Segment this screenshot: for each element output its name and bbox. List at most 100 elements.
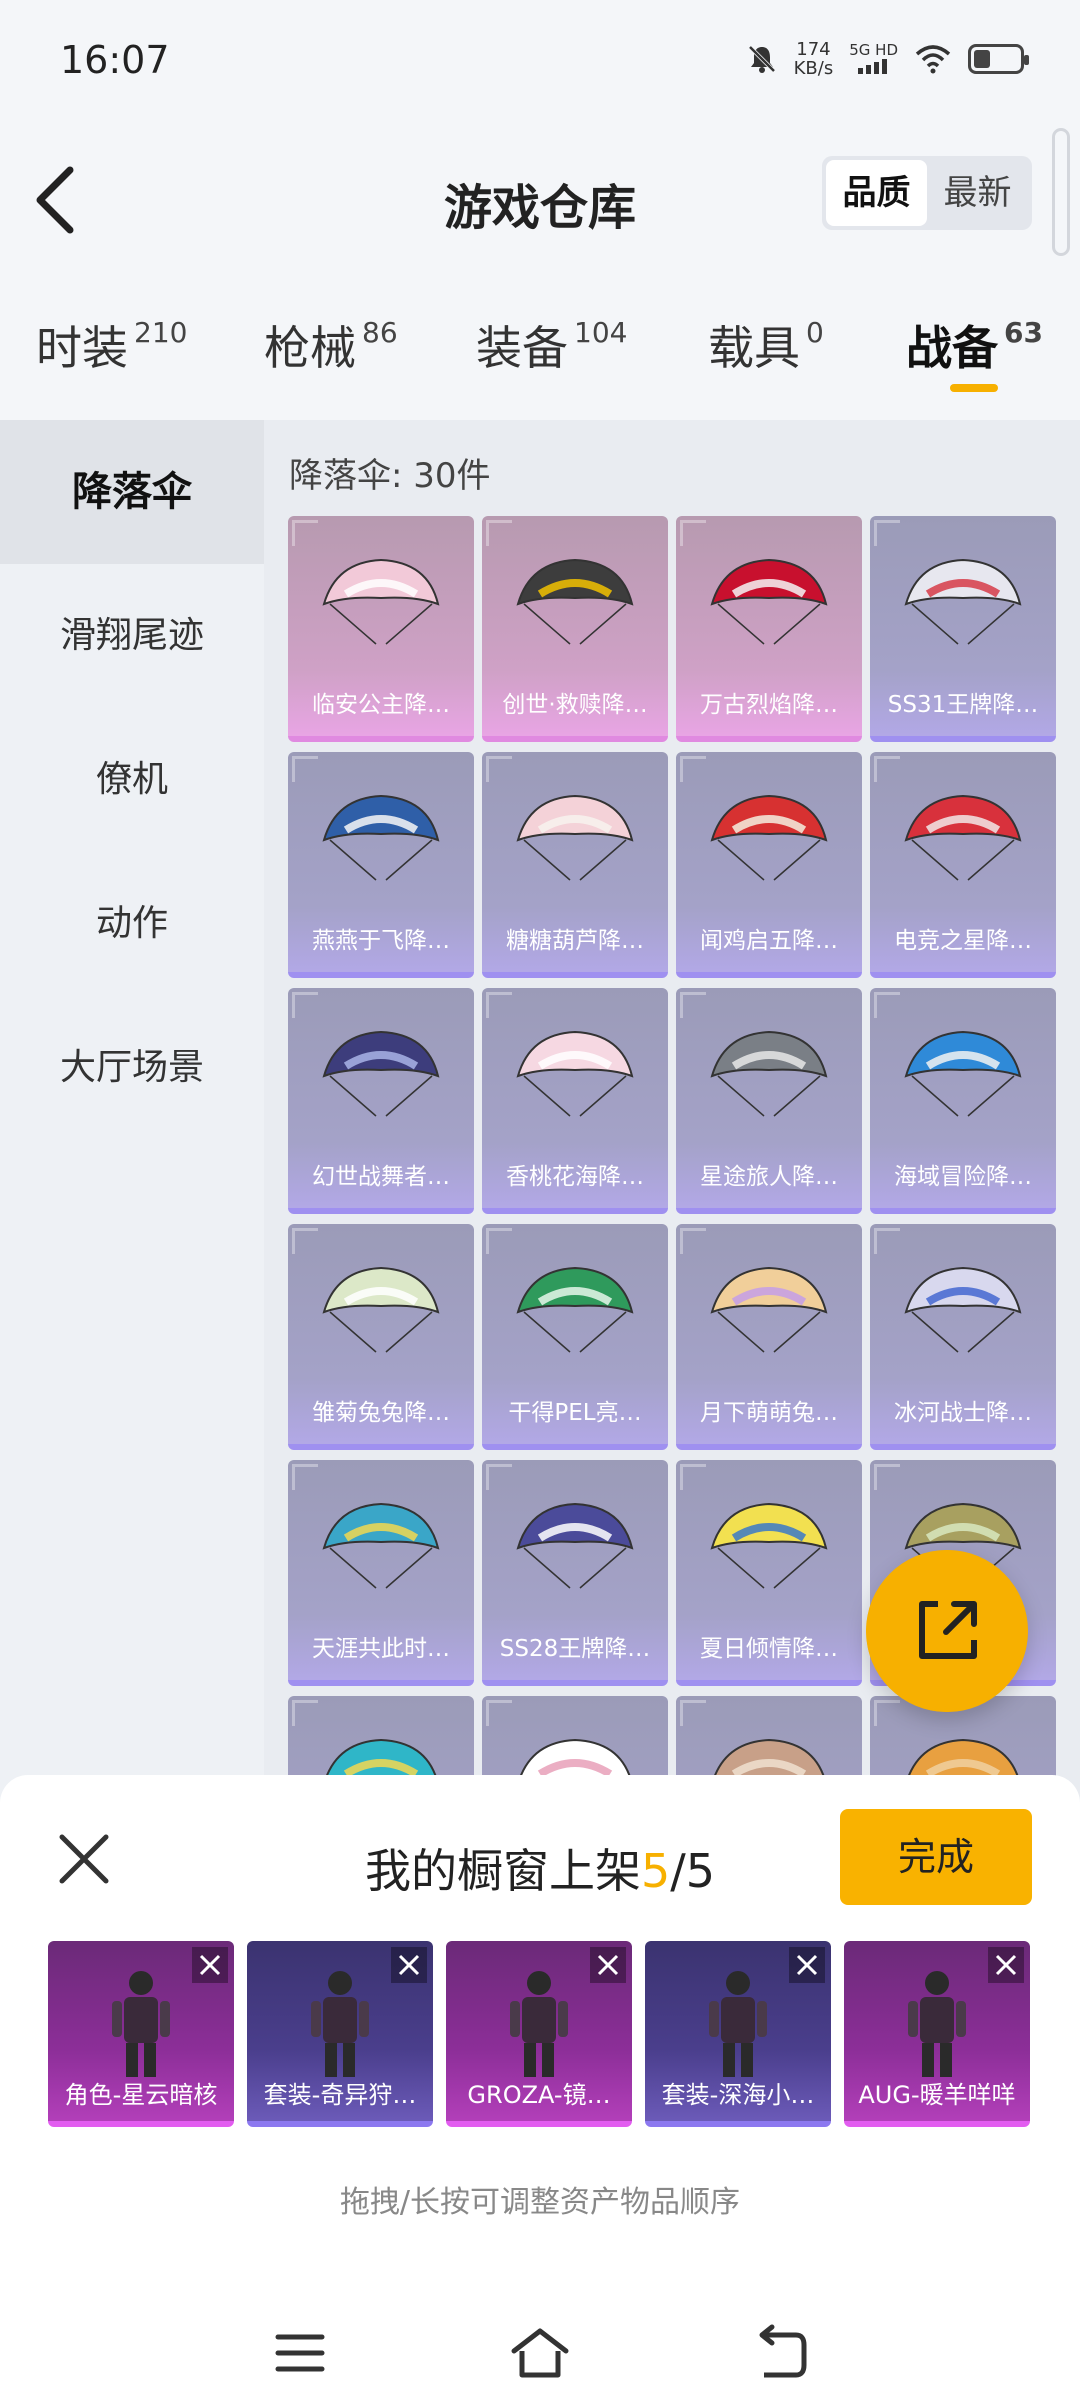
sort-option-quality[interactable]: 品质 [826, 160, 927, 226]
item-thumbnail-icon [709, 1971, 767, 2077]
item-card[interactable]: 临安公主降… [288, 516, 474, 742]
item-card[interactable]: 万古烈焰降… [676, 516, 862, 742]
item-label: 天涯共此时… [312, 1636, 450, 1662]
status-time: 16:07 [60, 38, 170, 82]
item-card[interactable]: 海域冒险降… [870, 988, 1056, 1214]
subcategory-sidebar: 降落伞 滑翔尾迹 僚机 动作 大厅场景 [0, 420, 264, 1980]
item-label: 万古烈焰降… [700, 692, 838, 718]
header: 游戏仓库 品质 最新 [0, 110, 1080, 280]
item-label: 干得PEL亮… [508, 1400, 642, 1426]
remove-item-icon[interactable] [988, 1947, 1024, 1983]
sort-toggle: 品质 最新 [822, 156, 1032, 230]
item-card[interactable]: SS31王牌降… [870, 516, 1056, 742]
select-corner-icon [292, 520, 318, 546]
item-thumbnail-icon [311, 1971, 369, 2077]
select-corner-icon [292, 756, 318, 782]
showcase-item-label: 套装-深海小… [661, 2081, 815, 2109]
select-corner-icon [486, 756, 512, 782]
sort-option-newest[interactable]: 最新 [927, 160, 1028, 226]
parachute-icon [322, 1030, 440, 1117]
category-tabs: 时装 210 枪械 86 装备 104 载具 0 战备 63 [0, 280, 1080, 420]
showcase-item-label: GROZA-镜… [467, 2081, 611, 2109]
parachute-icon [710, 1502, 828, 1589]
item-card[interactable]: 天涯共此时… [288, 1460, 474, 1686]
menu-icon[interactable] [270, 2323, 330, 2383]
item-label: 电竞之星降… [894, 928, 1032, 954]
item-label: 星途旅人降… [700, 1164, 838, 1190]
parachute-icon [516, 1266, 634, 1353]
select-corner-icon [874, 992, 900, 1018]
home-icon[interactable] [510, 2323, 570, 2383]
network-speed: 174 KB/s [793, 39, 834, 79]
item-card[interactable]: 糖糖葫芦降… [482, 752, 668, 978]
parachute-icon [516, 558, 634, 645]
showcase-item[interactable]: GROZA-镜… [446, 1941, 632, 2127]
reorder-hint: 拖拽/长按可调整资产物品顺序 [339, 2185, 741, 2220]
tab-equipment[interactable]: 装备 104 [476, 312, 627, 378]
item-card[interactable]: 干得PEL亮… [482, 1224, 668, 1450]
item-card[interactable]: 香桃花海降… [482, 988, 668, 1214]
mute-icon [748, 45, 776, 73]
parachute-icon [904, 1266, 1022, 1353]
item-label: 雏菊兔兔降… [312, 1400, 450, 1426]
item-label: 闻鸡启五降… [700, 928, 838, 954]
sidebar-item-glide-trail[interactable]: 滑翔尾迹 [0, 564, 264, 708]
item-card[interactable]: 闻鸡启五降… [676, 752, 862, 978]
done-button[interactable]: 完成 [840, 1809, 1032, 1905]
item-label: 海域冒险降… [894, 1164, 1032, 1190]
section-title: 降落伞: 30件 [289, 456, 491, 496]
showcase-item[interactable]: AUG-暖羊咩咩 [844, 1941, 1030, 2127]
tab-vehicles[interactable]: 载具 0 [708, 312, 824, 378]
select-corner-icon [874, 1700, 900, 1726]
parachute-icon [322, 1266, 440, 1353]
tab-guns[interactable]: 枪械 86 [264, 312, 398, 378]
parachute-icon [322, 558, 440, 645]
remove-item-icon[interactable] [789, 1947, 825, 1983]
remove-item-icon[interactable] [391, 1947, 427, 1983]
item-card[interactable]: 雏菊兔兔降… [288, 1224, 474, 1450]
sidebar-item-wingman[interactable]: 僚机 [0, 708, 264, 852]
item-card[interactable]: 夏日倾情降… [676, 1460, 862, 1686]
item-card[interactable]: 月下萌萌兔… [676, 1224, 862, 1450]
sidebar-item-lobby-scene[interactable]: 大厅场景 [0, 996, 264, 1140]
tab-fashion[interactable]: 时装 210 [36, 312, 187, 378]
sidebar-item-parachute[interactable]: 降落伞 [0, 420, 264, 564]
select-corner-icon [680, 1228, 706, 1254]
item-label: 幻世战舞者… [312, 1164, 450, 1190]
parachute-icon [710, 558, 828, 645]
select-corner-icon [292, 1228, 318, 1254]
sidebar-item-emote[interactable]: 动作 [0, 852, 264, 996]
showcase-item[interactable]: 套装-奇异狩… [247, 1941, 433, 2127]
item-card[interactable]: 幻世战舞者… [288, 988, 474, 1214]
item-card[interactable]: 电竞之星降… [870, 752, 1056, 978]
select-corner-icon [486, 1700, 512, 1726]
select-corner-icon [292, 1464, 318, 1490]
item-card[interactable]: 星途旅人降… [676, 988, 862, 1214]
showcase-item-label: 角色-星云暗核 [64, 2081, 218, 2109]
item-thumbnail-icon [510, 1971, 568, 2077]
item-label: SS31王牌降… [887, 692, 1039, 718]
item-card[interactable]: 燕燕于飞降… [288, 752, 474, 978]
share-export-icon[interactable] [866, 1550, 1028, 1712]
tab-combat-gear[interactable]: 战备 63 [906, 312, 1043, 378]
back-nav-icon[interactable] [750, 2323, 810, 2383]
select-corner-icon [486, 1464, 512, 1490]
item-thumbnail-icon [908, 1971, 966, 2077]
showcase-item-label: 套装-奇异狩… [263, 2081, 417, 2109]
item-label: SS28王牌降… [499, 1636, 651, 1662]
select-corner-icon [874, 756, 900, 782]
remove-item-icon[interactable] [192, 1947, 228, 1983]
item-label: 糖糖葫芦降… [506, 928, 644, 954]
showcase-item[interactable]: 角色-星云暗核 [48, 1941, 234, 2127]
item-card[interactable]: 冰河战士降… [870, 1224, 1056, 1450]
item-grid-area: 降落伞: 30件 临安公主降… 创世·救赎降… 万古烈焰降… SS31王牌降… 燕燕于飞… [264, 420, 1080, 1980]
item-card[interactable]: 创世·救赎降… [482, 516, 668, 742]
showcase-count-current: 5 [640, 1844, 671, 1898]
remove-item-icon[interactable] [590, 1947, 626, 1983]
showcase-shelf: 角色-星云暗核 套装-奇异狩… GROZA-镜… 套装-深海小… AUG-暖羊咩咩 [48, 1941, 1032, 2127]
showcase-count-total: /5 [670, 1844, 716, 1898]
showcase-item[interactable]: 套装-深海小… [645, 1941, 831, 2127]
item-card[interactable]: SS28王牌降… [482, 1460, 668, 1686]
select-corner-icon [680, 1700, 706, 1726]
signal-indicator: 5G HD [849, 42, 898, 77]
